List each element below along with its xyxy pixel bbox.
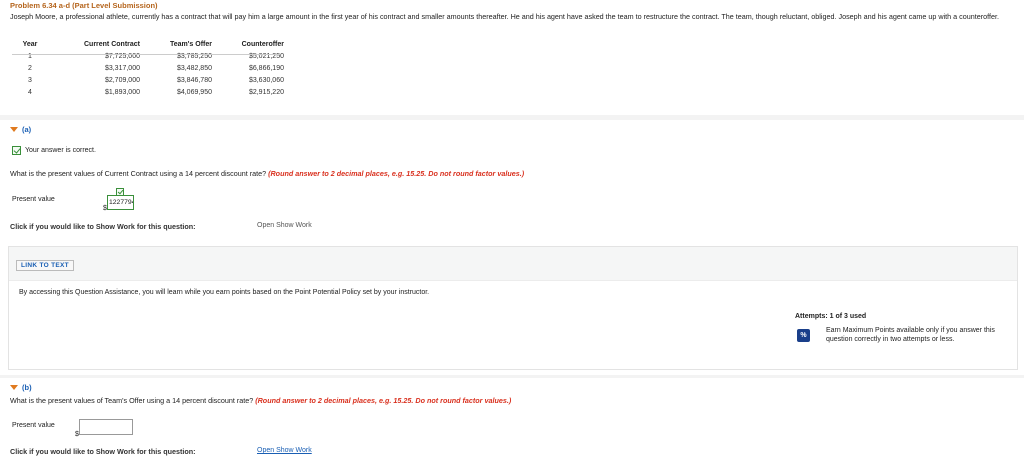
problem-description: Joseph Moore, a professional athlete, cu…	[10, 12, 999, 21]
cell-current-contract: $2,709,000	[104, 76, 140, 84]
part-a-toggle[interactable]: (a)	[10, 125, 31, 134]
present-value-input-a[interactable]: 12277945.38	[107, 195, 134, 210]
header-year: Year	[22, 41, 38, 48]
collapse-triangle-icon	[10, 385, 18, 390]
cell-current-contract: $1,893,000	[104, 88, 140, 96]
cell-counteroffer: $2,915,220	[248, 88, 284, 96]
contract-table: Year Current Contract Team's Offer Count…	[12, 40, 284, 98]
cell-current-contract: $3,317,000	[104, 64, 140, 72]
table-header-divider	[12, 54, 280, 55]
cell-counteroffer: $6,866,190	[248, 64, 284, 72]
table-row: 4 $1,893,000 $4,069,950 $2,915,220	[12, 86, 284, 98]
attempts-count: Attempts: 1 of 3 used	[795, 313, 867, 320]
part-b-question-text: What is the present values of Team's Off…	[10, 396, 254, 405]
cell-counteroffer: $3,630,060	[248, 76, 284, 84]
percent-icon: %	[797, 329, 810, 342]
table-header-row: Year Current Contract Team's Offer Count…	[12, 40, 284, 50]
part-a-hint: (Round answer to 2 decimal places, e.g. …	[268, 169, 525, 178]
part-b-label: (b)	[22, 383, 32, 392]
cell-year: 2	[28, 64, 32, 72]
problem-title: Problem 6.34 a-d (Part Level Submission)	[10, 1, 158, 10]
part-a-question: What is the present values of Current Co…	[10, 169, 524, 178]
part-b-question: What is the present values of Team's Off…	[10, 396, 511, 405]
cell-teams-offer: $3,482,850	[176, 64, 212, 72]
cell-teams-offer: $3,846,780	[176, 76, 212, 84]
header-counteroffer: Counteroffer	[241, 41, 284, 48]
part-a-label: (a)	[22, 125, 32, 134]
header-current-contract: Current Contract	[83, 41, 140, 48]
table-row: 1 $7,725,000 $3,785,250 $5,021,250	[12, 50, 284, 62]
correct-status-text: Your answer is correct.	[25, 147, 96, 154]
cell-year: 3	[28, 76, 32, 84]
present-value-input-b[interactable]	[79, 419, 133, 435]
show-work-prompt: Click if you would like to Show Work for…	[10, 447, 196, 456]
open-show-work-link[interactable]: Open Show Work	[257, 222, 312, 229]
correct-status: Your answer is correct.	[12, 146, 96, 155]
open-show-work-link[interactable]: Open Show Work	[257, 447, 312, 454]
cell-teams-offer: $4,069,950	[176, 88, 212, 96]
present-value-label: Present value	[12, 196, 55, 203]
table-row: 2 $3,317,000 $3,482,850 $6,866,190	[12, 62, 284, 74]
question-assistance-header: LINK TO TEXT	[9, 247, 1017, 281]
part-a-question-text: What is the present values of Current Co…	[10, 169, 267, 178]
cell-counteroffer: $5,021,250	[248, 52, 284, 60]
part-b-toggle[interactable]: (b)	[10, 383, 32, 392]
section-divider	[0, 115, 1024, 120]
header-teams-offer: Team's Offer	[170, 41, 212, 48]
cell-current-contract: $7,725,000	[104, 52, 140, 60]
earn-points-note: Earn Maximum Points available only if yo…	[826, 327, 995, 343]
cell-year: 4	[28, 88, 32, 96]
cell-year: 1	[28, 52, 32, 60]
assistance-note: By accessing this Question Assistance, y…	[19, 289, 430, 296]
question-assistance-panel: LINK TO TEXT By accessing this Question …	[8, 246, 1018, 370]
present-value-label: Present value	[12, 422, 55, 429]
show-work-prompt: Click if you would like to Show Work for…	[10, 222, 196, 231]
cell-teams-offer: $3,785,250	[176, 52, 212, 60]
part-b-hint: (Round answer to 2 decimal places, e.g. …	[255, 396, 512, 405]
check-icon	[12, 146, 21, 155]
collapse-triangle-icon	[10, 127, 18, 132]
table-row: 3 $2,709,000 $3,846,780 $3,630,060	[12, 74, 284, 86]
link-to-text-button[interactable]: LINK TO TEXT	[16, 260, 74, 271]
section-divider	[0, 375, 1024, 378]
